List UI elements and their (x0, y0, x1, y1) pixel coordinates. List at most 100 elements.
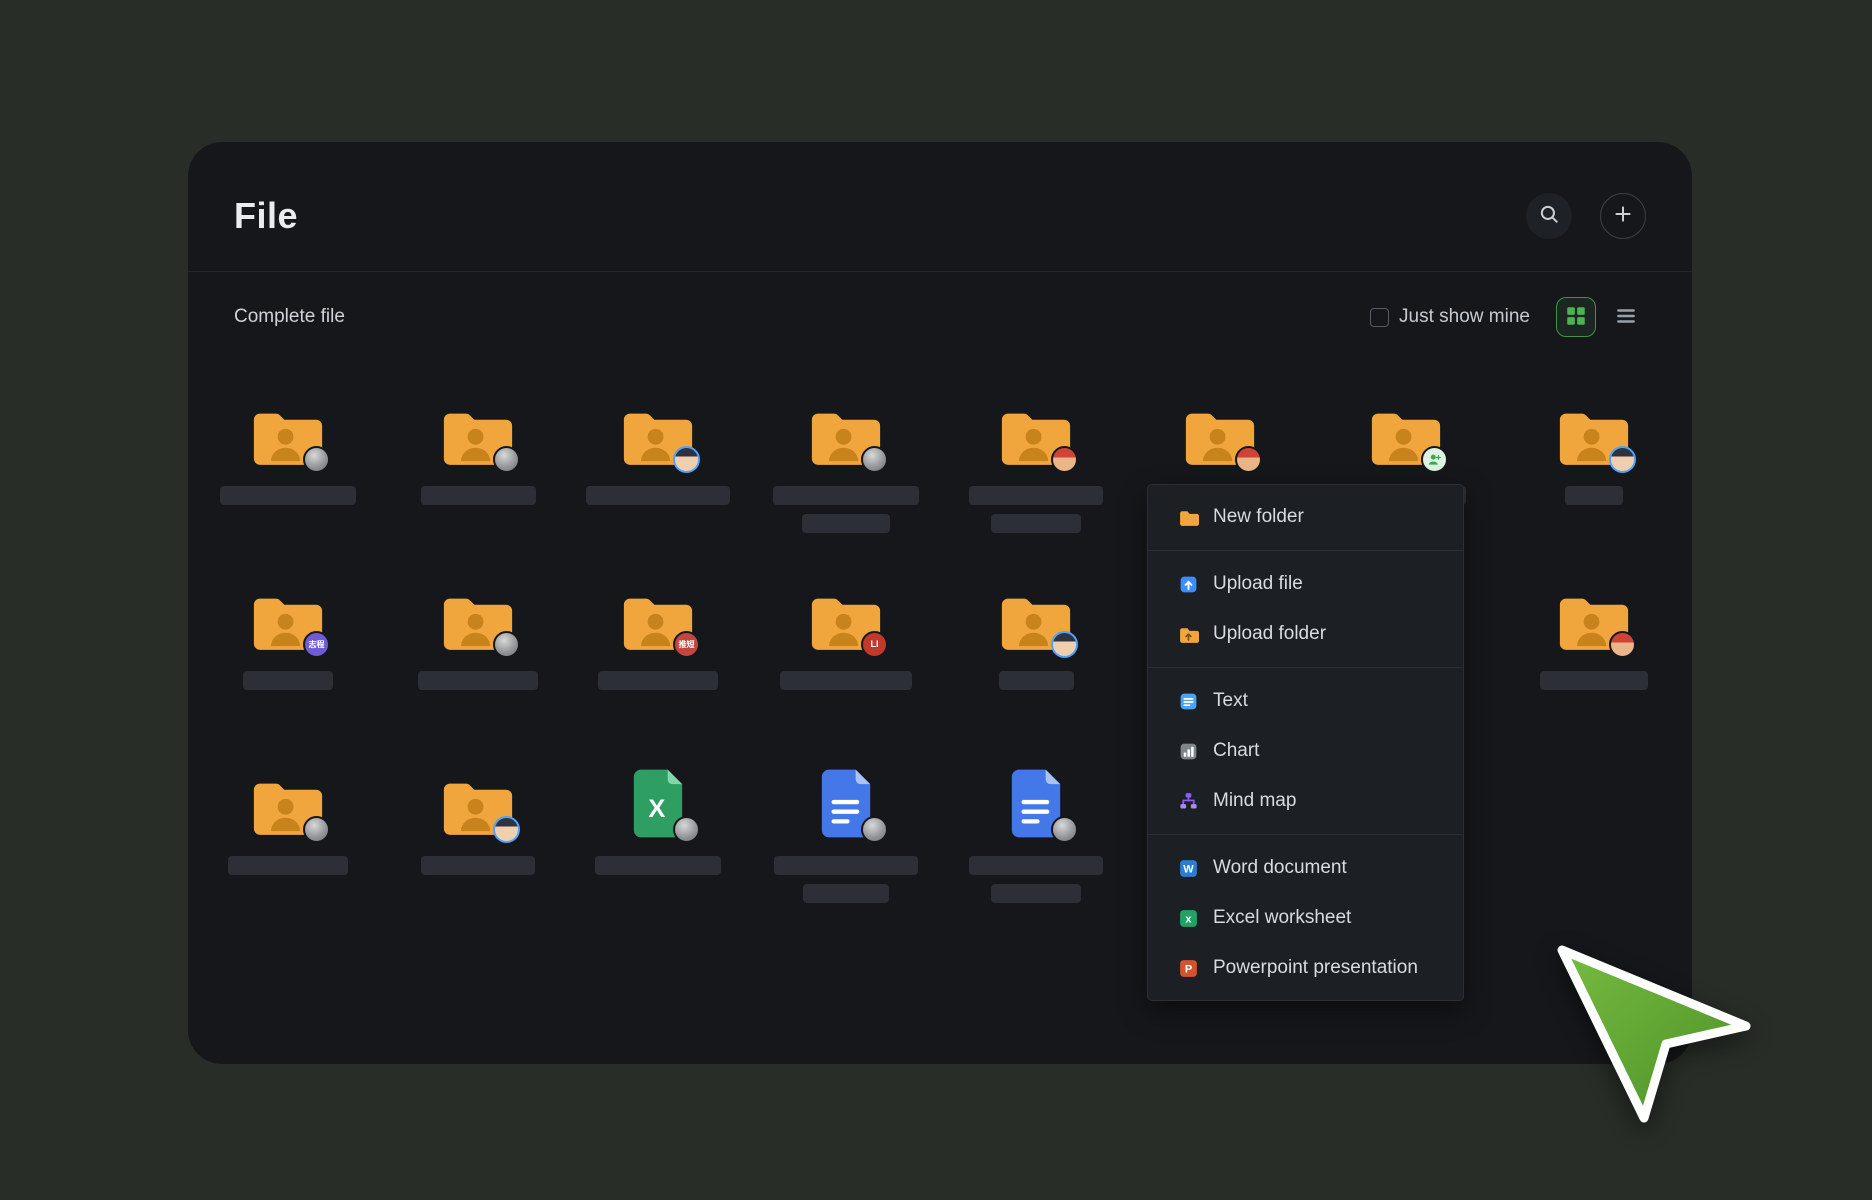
file-grid: 志程 推短 LI X (188, 142, 1692, 1064)
context-menu: New folder Upload file Upload folder Text Ch… (1147, 484, 1464, 1001)
girl-avatar (1235, 446, 1262, 473)
menu-item-label: Excel worksheet (1213, 907, 1351, 929)
svg-text:X: X (648, 795, 665, 823)
file-item[interactable]: X (583, 762, 733, 875)
file-item[interactable] (213, 392, 363, 505)
cat-avatar (1051, 816, 1078, 843)
menu-divider (1148, 667, 1463, 668)
menu-divider (1148, 834, 1463, 835)
menu-divider (1148, 550, 1463, 551)
file-name-placeholder (969, 486, 1103, 505)
menu-item-label: Upload file (1213, 573, 1303, 595)
ppt-icon: P (1178, 958, 1199, 979)
cat-avatar (861, 816, 888, 843)
folder-icon (403, 392, 553, 470)
file-manager-window: File (188, 142, 1692, 1064)
folder-icon: 志程 (213, 577, 363, 655)
file-item[interactable] (771, 392, 921, 533)
file-item[interactable]: 志程 (213, 577, 363, 690)
file-item[interactable] (961, 392, 1111, 533)
member-add-icon (1421, 446, 1448, 473)
file-name-placeholder (780, 671, 912, 690)
menu-item-label: Powerpoint presentation (1213, 957, 1418, 979)
file-item[interactable]: 推短 (583, 577, 733, 690)
folder-icon (403, 577, 553, 655)
folder-icon (961, 392, 1111, 470)
menu-item-label: Text (1213, 690, 1248, 712)
file-name-placeholder (586, 486, 730, 505)
upload-folder-icon (1178, 624, 1199, 645)
file-name-placeholder (773, 486, 919, 505)
menu-item-excel[interactable]: x Excel worksheet (1148, 893, 1463, 943)
folder-icon (1519, 392, 1669, 470)
menu-item-label: Word document (1213, 857, 1347, 879)
folder-icon (771, 392, 921, 470)
cat-avatar (303, 446, 330, 473)
menu-item-chart[interactable]: Chart (1148, 726, 1463, 776)
doc-file-icon (771, 762, 921, 840)
menu-item-word[interactable]: W Word document (1148, 843, 1463, 893)
file-name-placeholder (1565, 486, 1623, 505)
excel-icon: x (1178, 908, 1199, 929)
menu-item-upload-file[interactable]: Upload file (1148, 559, 1463, 609)
file-item[interactable] (1519, 392, 1669, 505)
svg-text:P: P (1185, 963, 1192, 975)
folder-icon: 推短 (583, 577, 733, 655)
file-name-placeholder (421, 486, 536, 505)
file-item[interactable]: LI (771, 577, 921, 690)
boy-avatar (493, 816, 520, 843)
svg-text:x: x (1185, 913, 1192, 925)
file-name-placeholder (418, 671, 538, 690)
menu-item-label: Chart (1213, 740, 1259, 762)
chart-file-icon (1178, 741, 1199, 762)
file-item[interactable] (961, 762, 1111, 903)
menu-item-label: Upload folder (1213, 623, 1326, 645)
folder-icon (213, 762, 363, 840)
folder-icon: LI (771, 577, 921, 655)
folder-icon (1145, 392, 1295, 470)
initials-avatar: LI (861, 631, 888, 658)
file-item[interactable] (403, 392, 553, 505)
file-item[interactable] (1519, 577, 1669, 690)
text-file-icon (1178, 691, 1199, 712)
folder-icon (961, 577, 1111, 655)
file-name-placeholder (803, 884, 889, 903)
mindmap-icon (1178, 791, 1199, 812)
girl-avatar (1609, 631, 1636, 658)
menu-item-text[interactable]: Text (1148, 676, 1463, 726)
menu-item-new-folder[interactable]: New folder (1148, 492, 1463, 542)
folder-icon (1178, 507, 1199, 528)
menu-item-label: New folder (1213, 506, 1304, 528)
upload-file-icon (1178, 574, 1199, 595)
file-item[interactable] (213, 762, 363, 875)
doc-file-icon (961, 762, 1111, 840)
file-name-placeholder (598, 671, 718, 690)
file-item[interactable] (961, 577, 1111, 690)
menu-item-upload-folder[interactable]: Upload folder (1148, 609, 1463, 659)
desktop-background: File (0, 0, 1872, 1200)
file-name-placeholder (595, 856, 721, 875)
file-name-placeholder (774, 856, 918, 875)
boy-avatar (1051, 631, 1078, 658)
file-name-placeholder (991, 884, 1081, 903)
cat-avatar (303, 816, 330, 843)
menu-item-ppt[interactable]: P Powerpoint presentation (1148, 943, 1463, 993)
initials-avatar: 推短 (673, 631, 700, 658)
svg-text:W: W (1183, 863, 1194, 875)
cat-avatar (861, 446, 888, 473)
green-cursor-pointer (1548, 938, 1758, 1128)
menu-item-mind-map[interactable]: Mind map (1148, 776, 1463, 826)
file-name-placeholder (999, 671, 1074, 690)
file-name-placeholder (802, 514, 890, 533)
folder-icon (1331, 392, 1481, 470)
file-item[interactable] (771, 762, 921, 903)
cat-avatar (493, 446, 520, 473)
file-name-placeholder (220, 486, 356, 505)
file-item[interactable] (583, 392, 733, 505)
boy-avatar (1609, 446, 1636, 473)
file-item[interactable] (403, 577, 553, 690)
girl-avatar (1051, 446, 1078, 473)
file-name-placeholder (969, 856, 1103, 875)
file-item[interactable] (403, 762, 553, 875)
file-name-placeholder (1540, 671, 1648, 690)
